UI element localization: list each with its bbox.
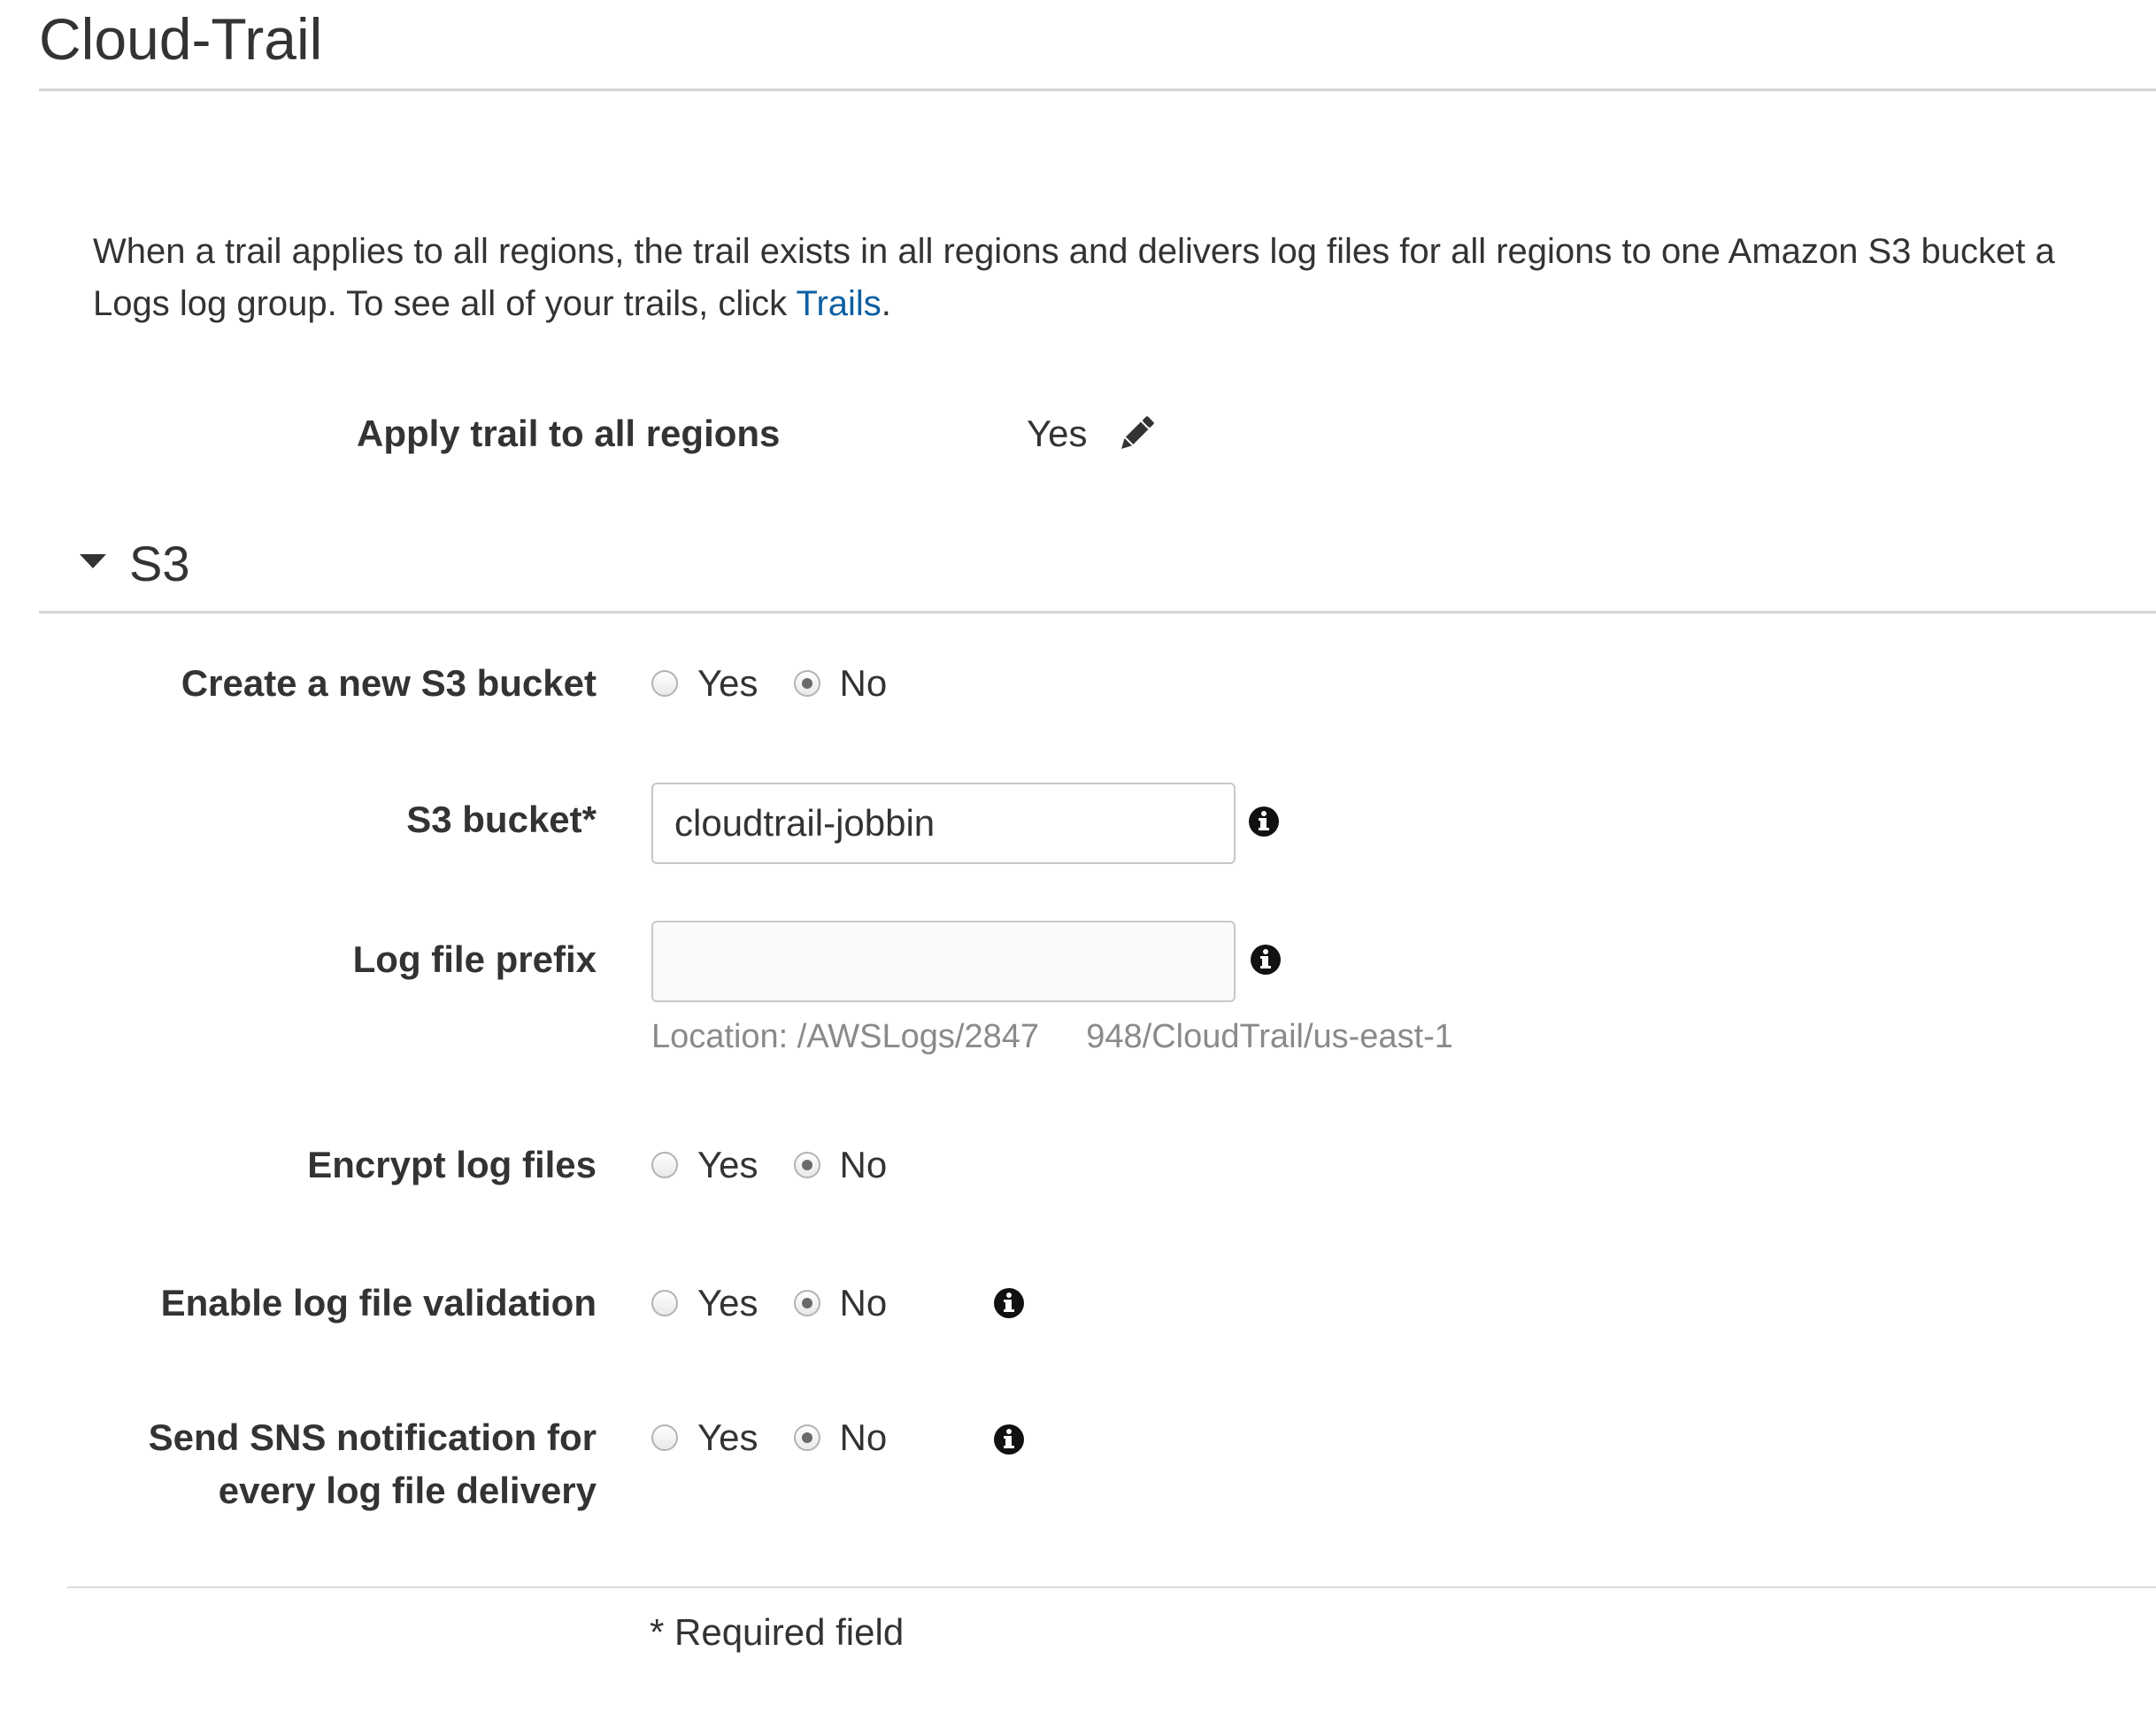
validation-yes-label: Yes bbox=[697, 1282, 758, 1324]
required-field-note: * Required field bbox=[650, 1611, 905, 1653]
s3-bucket-input[interactable] bbox=[651, 783, 1236, 864]
validation-radio-group: Yes No bbox=[651, 1277, 922, 1330]
info-icon[interactable] bbox=[993, 1424, 1025, 1455]
encrypt-label: Encrypt log files bbox=[307, 1144, 597, 1185]
intro-line-1: When a trail applies to all regions, the… bbox=[93, 232, 2055, 271]
sns-label-line-2: every log file delivery bbox=[218, 1470, 597, 1511]
title-divider bbox=[39, 89, 2156, 91]
create-bucket-label: Create a new S3 bucket bbox=[181, 662, 597, 704]
log-prefix-label: Log file prefix bbox=[352, 938, 597, 980]
encrypt-yes-option[interactable]: Yes bbox=[651, 1144, 758, 1186]
validation-no-option[interactable]: No bbox=[793, 1282, 888, 1324]
create-bucket-no-radio[interactable] bbox=[793, 670, 820, 697]
intro-line-2: Logs log group. To see all of your trail… bbox=[93, 278, 2055, 330]
trails-link[interactable]: Trails bbox=[797, 284, 882, 323]
sns-no-radio[interactable] bbox=[793, 1424, 820, 1451]
s3-bucket-label: S3 bucket* bbox=[406, 799, 597, 840]
sns-label: Send SNS notification for every log file… bbox=[149, 1411, 597, 1517]
sns-yes-radio[interactable] bbox=[651, 1424, 678, 1451]
encrypt-yes-label: Yes bbox=[697, 1144, 758, 1185]
footer-divider bbox=[67, 1586, 2156, 1588]
apply-all-regions-value: Yes bbox=[1027, 413, 1088, 454]
sns-no-option[interactable]: No bbox=[793, 1416, 888, 1459]
apply-all-regions-label: Apply trail to all regions bbox=[357, 413, 781, 454]
validation-no-radio[interactable] bbox=[793, 1290, 820, 1316]
intro-paragraph: When a trail applies to all regions, the… bbox=[93, 226, 2055, 330]
sns-yes-option[interactable]: Yes bbox=[651, 1416, 758, 1459]
intro-line-2-text: Logs log group. To see all of your trail… bbox=[93, 284, 797, 323]
s3-section-divider bbox=[39, 611, 2156, 614]
caret-down-icon[interactable] bbox=[78, 551, 108, 572]
validation-yes-option[interactable]: Yes bbox=[651, 1282, 758, 1324]
page-title: Cloud-Trail bbox=[39, 6, 323, 72]
create-bucket-no-label: No bbox=[839, 662, 888, 704]
info-icon[interactable] bbox=[993, 1287, 1025, 1319]
intro-line-2-suffix: . bbox=[881, 284, 891, 323]
sns-label-line-1: Send SNS notification for bbox=[148, 1416, 597, 1458]
sns-yes-label: Yes bbox=[697, 1416, 758, 1458]
create-bucket-radio-group: Yes No bbox=[651, 657, 922, 710]
log-prefix-input[interactable] bbox=[651, 921, 1236, 1002]
info-icon[interactable] bbox=[1248, 806, 1280, 837]
log-location-hint: Location: /AWSLogs/2847 948/CloudTrail/u… bbox=[651, 1018, 1453, 1055]
info-icon[interactable] bbox=[1250, 944, 1282, 976]
encrypt-no-option[interactable]: No bbox=[793, 1144, 888, 1186]
encrypt-radio-group: Yes No bbox=[651, 1138, 922, 1192]
sns-radio-group: Yes No bbox=[651, 1411, 922, 1464]
pencil-icon[interactable] bbox=[1113, 411, 1159, 457]
sns-no-label: No bbox=[839, 1416, 888, 1458]
create-bucket-yes-radio[interactable] bbox=[651, 670, 678, 697]
validation-yes-radio[interactable] bbox=[651, 1290, 678, 1316]
encrypt-no-radio[interactable] bbox=[793, 1152, 820, 1178]
encrypt-yes-radio[interactable] bbox=[651, 1152, 678, 1178]
validation-no-label: No bbox=[839, 1282, 888, 1324]
create-bucket-yes-label: Yes bbox=[697, 662, 758, 704]
validation-label: Enable log file validation bbox=[160, 1282, 597, 1324]
create-bucket-no-option[interactable]: No bbox=[793, 662, 888, 705]
encrypt-no-label: No bbox=[839, 1144, 888, 1185]
s3-section-title[interactable]: S3 bbox=[129, 535, 190, 592]
create-bucket-yes-option[interactable]: Yes bbox=[651, 662, 758, 705]
